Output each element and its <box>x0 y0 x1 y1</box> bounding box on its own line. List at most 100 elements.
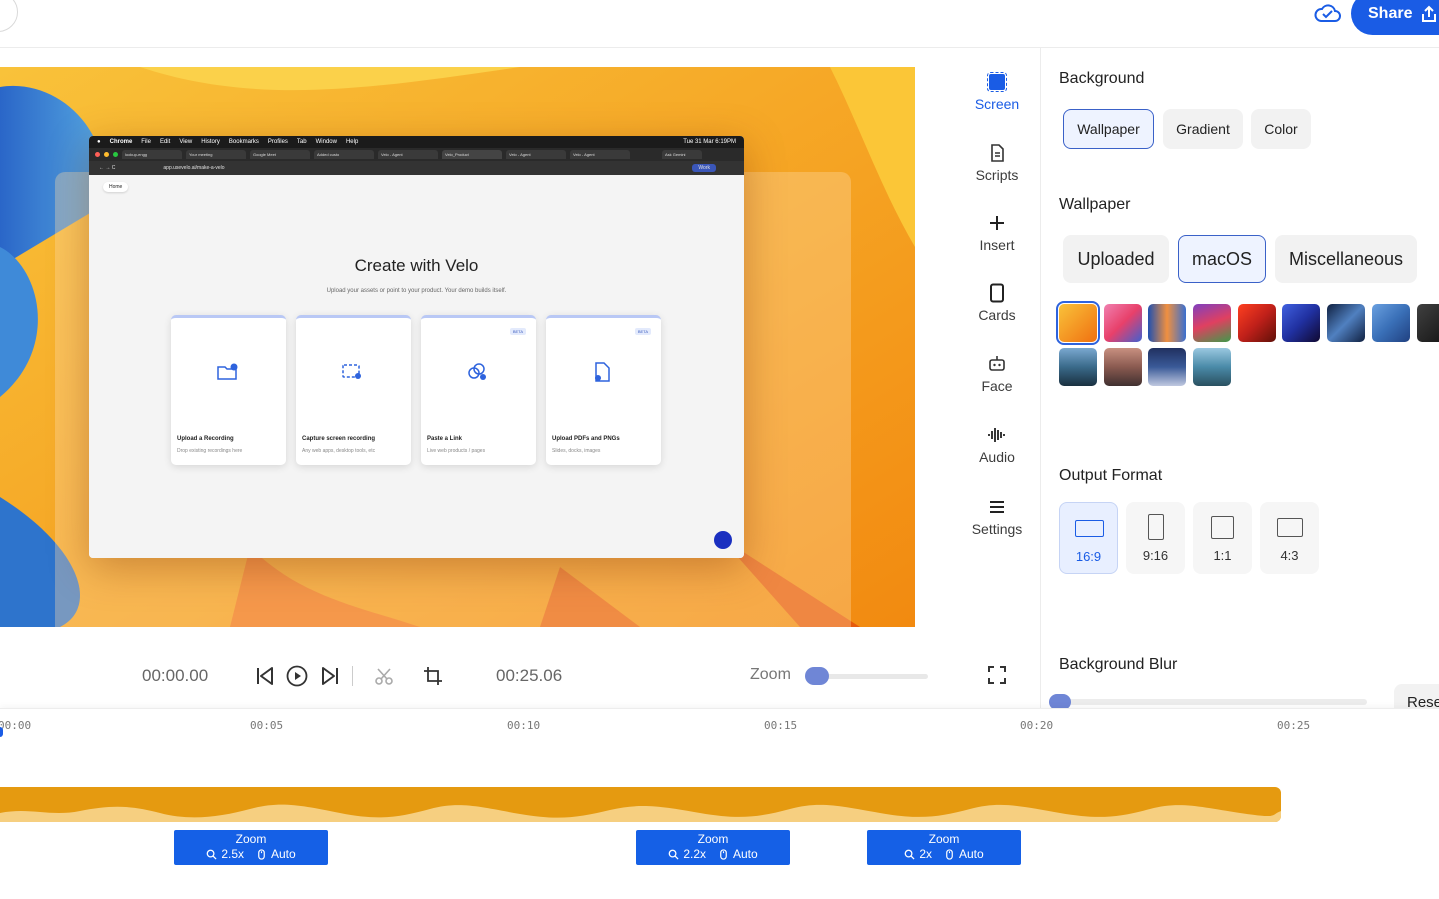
blur-slider-thumb[interactable] <box>1049 694 1071 708</box>
format-4-3[interactable]: 4:3 <box>1260 502 1319 574</box>
assistant-fab <box>714 531 732 549</box>
card-title: Upload PDFs and PNGs <box>552 436 620 442</box>
video-clip[interactable] <box>0 787 1281 822</box>
share-button[interactable]: Share <box>1351 0 1439 35</box>
blur-slider-track[interactable] <box>1051 699 1367 705</box>
rail-insert[interactable]: Insert <box>957 213 1037 253</box>
macos-tab[interactable]: macOS <box>1178 235 1266 283</box>
upload-recording-card: Upload a Recording Drop existing recordi… <box>171 315 286 465</box>
time-tick: 00:15 <box>764 719 798 732</box>
rail-label: Scripts <box>975 167 1019 183</box>
wallpaper-swatch[interactable] <box>1372 304 1410 342</box>
wallpaper-swatch[interactable] <box>1104 304 1142 342</box>
zoom-segment[interactable]: Zoom 2.2x Auto <box>636 830 790 865</box>
wallpaper-swatch[interactable] <box>1056 301 1100 345</box>
menu-item: History <box>201 139 220 145</box>
play-icon[interactable] <box>286 665 308 687</box>
video-preview[interactable]: ● Chrome File Edit View History Bookmark… <box>0 67 915 627</box>
zoom-level: 2.5x <box>221 847 244 861</box>
editor-app: Share ● Chrome File Edit View History Bo… <box>0 0 1439 899</box>
rail-face[interactable]: Face <box>957 354 1037 394</box>
controls-divider <box>352 666 353 686</box>
zoom-level: 2.2x <box>683 847 706 861</box>
wallpaper-swatch[interactable] <box>1148 304 1186 342</box>
rail-label: Insert <box>979 237 1015 253</box>
browser-window: ● Chrome File Edit View History Bookmark… <box>89 136 744 558</box>
wallpaper-swatch[interactable] <box>1059 348 1097 386</box>
screen-icon <box>987 72 1007 92</box>
crop-icon[interactable] <box>422 665 444 687</box>
wallpaper-option[interactable]: Wallpaper <box>1063 109 1154 149</box>
zoom-segment-title: Zoom <box>697 832 729 846</box>
rail-audio[interactable]: Audio <box>957 425 1037 465</box>
zoom-slider-thumb[interactable] <box>805 667 829 685</box>
browser-tab: Velo - Agent <box>570 150 630 159</box>
folder-upload-icon <box>217 363 238 380</box>
output-format-heading: Output Format <box>1059 467 1163 484</box>
skip-forward-icon[interactable] <box>319 665 341 687</box>
gradient-option[interactable]: Gradient <box>1163 109 1243 149</box>
zoom-segment[interactable]: Zoom 2.5x Auto <box>174 830 328 865</box>
minimize-dot <box>104 152 109 157</box>
timeline[interactable]: 00:00 00:05 00:10 00:15 00:20 00:25 Zoom… <box>0 708 1439 899</box>
card-desc: Any web apps, desktop tools, etc <box>302 448 376 454</box>
beta-badge: BETA <box>634 328 651 335</box>
file-upload-icon <box>595 362 610 382</box>
cloud-saved-icon[interactable] <box>1314 0 1342 26</box>
zoom-segment[interactable]: Zoom 2x Auto <box>867 830 1021 865</box>
link-icon <box>468 363 486 380</box>
menu-item: Help <box>345 139 359 145</box>
rail-settings[interactable]: Settings <box>957 497 1037 537</box>
zoom-level: 2x <box>919 847 932 861</box>
browser-tab: Your meeting <box>186 150 246 159</box>
format-1-1[interactable]: 1:1 <box>1193 502 1252 574</box>
close-dot <box>95 152 100 157</box>
zoom-mode: Auto <box>271 847 296 861</box>
reset-button[interactable]: Reset <box>1394 684 1439 708</box>
format-16-9[interactable]: 16:9 <box>1059 502 1118 574</box>
wallpaper-swatch[interactable] <box>1104 348 1142 386</box>
wallpaper-swatch[interactable] <box>1193 348 1231 386</box>
wallpaper-swatch[interactable] <box>1282 304 1320 342</box>
browser-tab: Added custo <box>314 150 374 159</box>
skip-back-icon[interactable] <box>254 665 276 687</box>
format-9-16[interactable]: 9:16 <box>1126 502 1185 574</box>
zoom-mode: Auto <box>733 847 758 861</box>
audio-waveform <box>0 804 1281 822</box>
wallpaper-swatch[interactable] <box>1327 304 1365 342</box>
fullscreen-icon[interactable] <box>986 664 1008 686</box>
ask-gemini-chip: Ask Gemini <box>662 150 702 159</box>
card-desc: Live web products / pages <box>427 448 486 454</box>
rail-label: Face <box>981 378 1013 394</box>
nav-arrows-icon: ← → C <box>99 165 116 171</box>
miscellaneous-tab[interactable]: Miscellaneous <box>1275 235 1417 283</box>
uploaded-tab[interactable]: Uploaded <box>1063 235 1169 283</box>
wallpaper-swatch[interactable] <box>1417 304 1439 342</box>
time-tick: 00:10 <box>507 719 541 732</box>
rail-cards[interactable]: Cards <box>957 283 1037 323</box>
browser-tab: Velo - Agent <box>506 150 566 159</box>
wallpaper-swatch[interactable] <box>1148 348 1186 386</box>
menu-icon <box>990 501 1004 513</box>
velo-title: Create with Velo <box>354 256 479 275</box>
time-tick: 00:00 <box>0 719 32 732</box>
face-icon <box>989 356 1005 371</box>
mouse-icon <box>720 848 727 860</box>
rail-screen[interactable]: Screen <box>957 72 1037 112</box>
wallpaper-swatch[interactable] <box>1193 304 1231 342</box>
rail-scripts[interactable]: Scripts <box>957 143 1037 183</box>
menu-item: Bookmarks <box>228 139 259 145</box>
upload-pdf-card: BETA Upload PDFs and PNGs Slides, docks,… <box>546 315 661 465</box>
card-desc: Drop existing recordings here <box>177 448 243 454</box>
wallpaper-swatch[interactable] <box>1238 304 1276 342</box>
back-button[interactable] <box>0 0 18 32</box>
apple-icon: ● <box>97 139 101 145</box>
work-badge: Work <box>692 164 716 172</box>
square-icon <box>1211 516 1234 539</box>
beta-badge: BETA <box>509 328 526 335</box>
scissors-icon[interactable] <box>373 665 395 687</box>
color-option[interactable]: Color <box>1251 109 1311 149</box>
menubar-clock: Tue 31 Mar 6:19PM <box>683 139 736 145</box>
playhead[interactable] <box>0 727 3 737</box>
home-chip: Home <box>103 182 129 192</box>
